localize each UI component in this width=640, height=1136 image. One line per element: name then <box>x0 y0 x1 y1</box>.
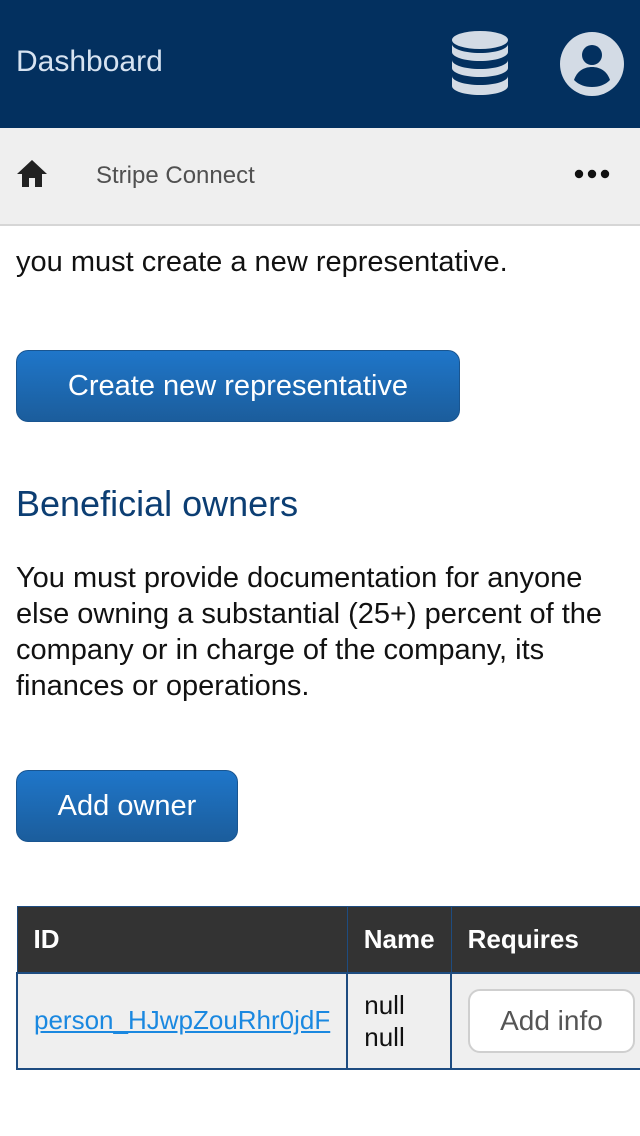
owner-id-cell: person_HJwpZouRhr0jdF <box>15 971 349 1070</box>
column-header-requires: Requires <box>450 906 640 973</box>
column-header-id: ID <box>16 906 348 973</box>
create-representative-button[interactable]: Create new representative <box>16 350 460 422</box>
user-account-icon[interactable] <box>558 30 626 98</box>
main-content[interactable]: you must create a new representative. Cr… <box>0 226 640 1136</box>
breadcrumb: Stripe Connect <box>0 128 640 226</box>
add-owner-button[interactable]: Add owner <box>16 770 238 842</box>
owners-description: You must provide documentation for anyon… <box>16 562 603 702</box>
owner-id-link[interactable]: person_HJwpZouRhr0jdF <box>34 1005 330 1035</box>
owners-table: ID Name Requires person_HJwpZouRhr0jdF n… <box>15 906 640 1070</box>
beneficial-owners-heading: Beneficial owners <box>16 483 299 524</box>
table-row: person_HJwpZouRhr0jdF null null Add info <box>15 971 640 1070</box>
column-header-name: Name <box>346 906 452 973</box>
owner-name-cell: null null <box>346 971 453 1070</box>
add-info-button[interactable]: Add info <box>468 988 635 1053</box>
database-icon[interactable] <box>450 30 510 98</box>
top-app-bar: Dashboard <box>0 0 640 128</box>
representative-note: you must create a new representative. <box>16 246 508 278</box>
home-icon[interactable] <box>16 158 48 190</box>
owner-requires-cell: Add info <box>450 971 640 1070</box>
app-title: Dashboard <box>16 45 163 78</box>
more-horizontal-icon[interactable] <box>574 168 610 180</box>
breadcrumb-current: Stripe Connect <box>96 162 255 189</box>
table-header-row: ID Name Requires <box>16 906 640 973</box>
